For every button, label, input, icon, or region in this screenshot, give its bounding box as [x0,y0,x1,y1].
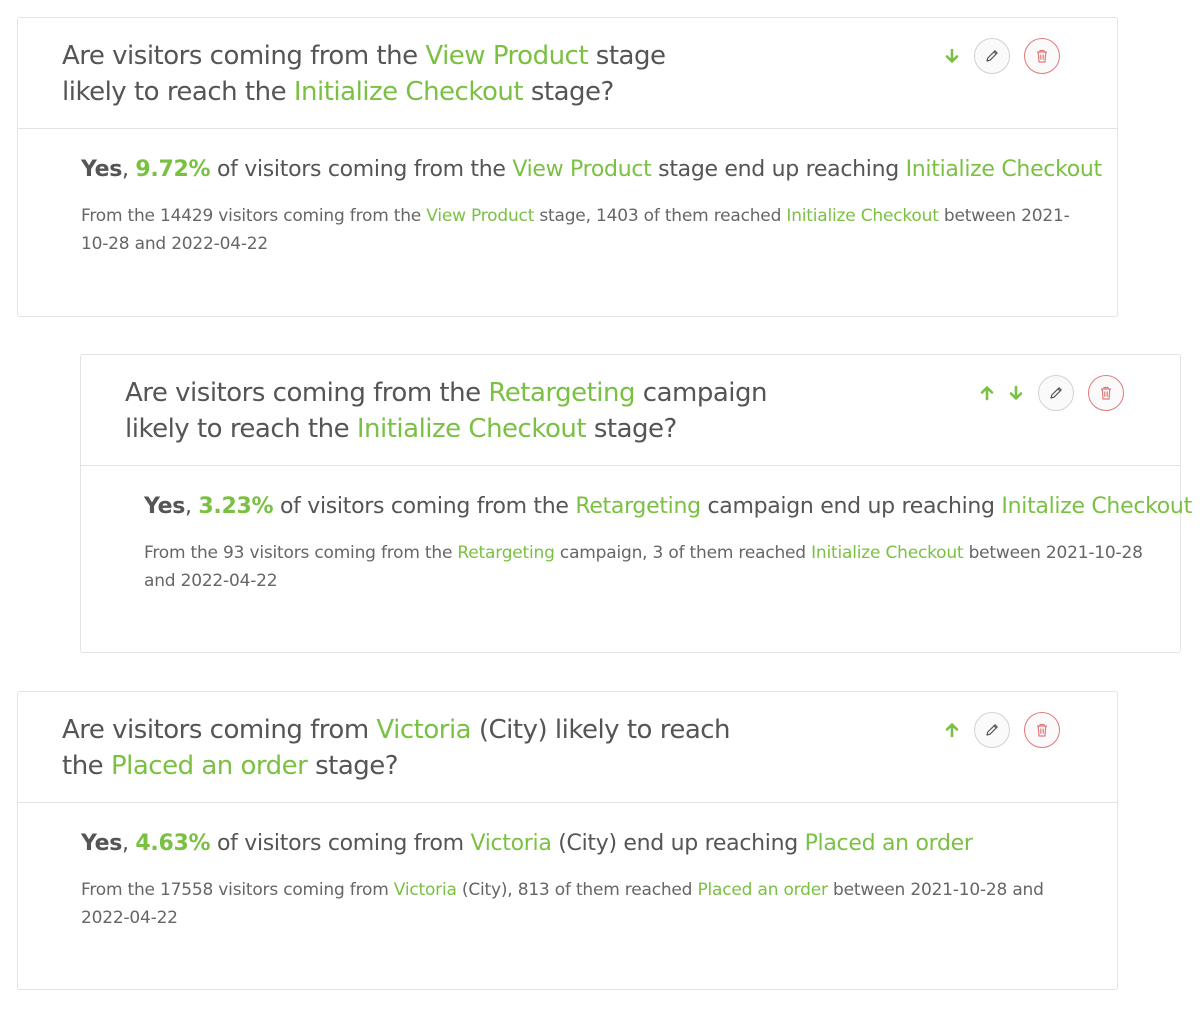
pencil-icon [986,50,998,62]
detail-text: From the 93 visitors coming from the [144,543,458,563]
answer-yes: Yes [144,494,186,519]
target-link[interactable]: Placed an order [111,751,308,781]
target-link[interactable]: Initalize Checkout [1001,494,1192,519]
answer-detail: From the 14429 visitors coming from the … [81,202,1087,258]
insight-card: Are visitors coming from the View Produc… [17,17,1118,317]
answer-yes: Yes [81,157,123,182]
target-link[interactable]: Initialize Checkout [811,543,963,563]
pencil-icon [1050,387,1062,399]
answer-summary: Yes, 9.72% of visitors coming from the V… [81,153,1102,187]
detail-text: From the 14429 visitors coming from the [81,206,427,226]
question-text: stage? [586,414,677,444]
target-link[interactable]: Initialize Checkout [357,414,587,444]
card-body: Yes, 4.63% of visitors coming from Victo… [18,803,1117,932]
edit-button[interactable] [1038,375,1074,411]
source-link[interactable]: Retargeting [488,378,635,408]
detail-text: (City), 813 of them reached [456,880,698,900]
answer-yes: Yes [81,831,123,856]
edit-button[interactable] [974,38,1010,74]
card-controls [978,375,1124,411]
move-up-button[interactable] [978,384,996,402]
trash-icon [1101,386,1111,400]
target-link[interactable]: Initialize Checkout [906,157,1103,182]
question-text: stage? [307,751,399,781]
answer-summary: Yes, 4.63% of visitors coming from Victo… [81,827,1087,861]
arrow-up-icon [945,723,959,738]
target-link[interactable]: Placed an order [805,831,973,856]
move-down-button[interactable] [943,47,961,65]
answer-summary: Yes, 3.23% of visitors coming from the R… [144,490,1192,524]
card-body: Yes, 9.72% of visitors coming from the V… [18,129,1117,258]
detail-text: From the 17558 visitors coming from [81,880,394,900]
card-body: Yes, 3.23% of visitors coming from the R… [81,466,1192,595]
card-header: Are visitors coming from the Retargeting… [81,355,1180,466]
delete-button[interactable] [1024,712,1060,748]
insight-card: Are visitors coming from the Retargeting… [80,354,1192,653]
card-controls [943,712,1060,748]
detail-text: campaign, 3 of them reached [554,543,812,563]
move-up-button[interactable] [943,721,961,739]
question-text: stage? [523,77,614,107]
source-link[interactable]: Victoria [394,880,457,900]
question-text: Are visitors coming from the [125,378,489,408]
question-text: Are visitors coming from the [62,41,426,71]
answer-text: campaign end up reaching [700,494,1002,519]
question-title: Are visitors coming from the Retargeting… [125,375,775,447]
source-link[interactable]: View Product [426,206,534,226]
answer-detail: From the 17558 visitors coming from Vict… [81,876,1087,932]
answer-text: , [122,831,136,856]
question-text: Are visitors coming from [62,715,377,745]
pencil-icon [986,724,998,736]
answer-text: stage end up reaching [651,157,906,182]
source-link[interactable]: Victoria [376,715,471,745]
trash-icon [1037,49,1047,63]
target-link[interactable]: Initialize Checkout [786,206,938,226]
answer-text: , [185,494,199,519]
answer-text: of visitors coming from [210,831,471,856]
source-link[interactable]: View Product [512,157,651,182]
question-title: Are visitors coming from the View Produc… [62,38,672,110]
conversion-rate: 3.23% [198,494,274,519]
target-link[interactable]: Initialize Checkout [294,77,524,107]
arrow-up-icon [980,386,994,401]
trash-icon [1037,723,1047,737]
target-link[interactable]: Placed an order [697,880,828,900]
card-header: Are visitors coming from the View Produc… [18,18,1117,129]
answer-text: of visitors coming from the [210,157,513,182]
edit-button[interactable] [974,712,1010,748]
answer-detail: From the 93 visitors coming from the Ret… [144,539,1150,595]
insight-card: Are visitors coming from Victoria (City)… [17,691,1118,990]
arrow-down-icon [1009,385,1023,400]
conversion-rate: 4.63% [135,831,211,856]
question-title: Are visitors coming from Victoria (City)… [62,712,742,784]
delete-button[interactable] [1088,375,1124,411]
card-header: Are visitors coming from Victoria (City)… [18,692,1117,803]
source-link[interactable]: Victoria [470,831,551,856]
delete-button[interactable] [1024,38,1060,74]
detail-text: stage, 1403 of them reached [534,206,787,226]
source-link[interactable]: Retargeting [457,543,554,563]
move-down-button[interactable] [1007,384,1025,402]
source-link[interactable]: Retargeting [575,494,701,519]
card-controls [943,38,1060,74]
arrow-down-icon [945,48,959,63]
conversion-rate: 9.72% [135,157,211,182]
answer-text: , [122,157,136,182]
answer-text: of visitors coming from the [273,494,576,519]
source-link[interactable]: View Product [425,41,588,71]
answer-text: (City) end up reaching [551,831,805,856]
